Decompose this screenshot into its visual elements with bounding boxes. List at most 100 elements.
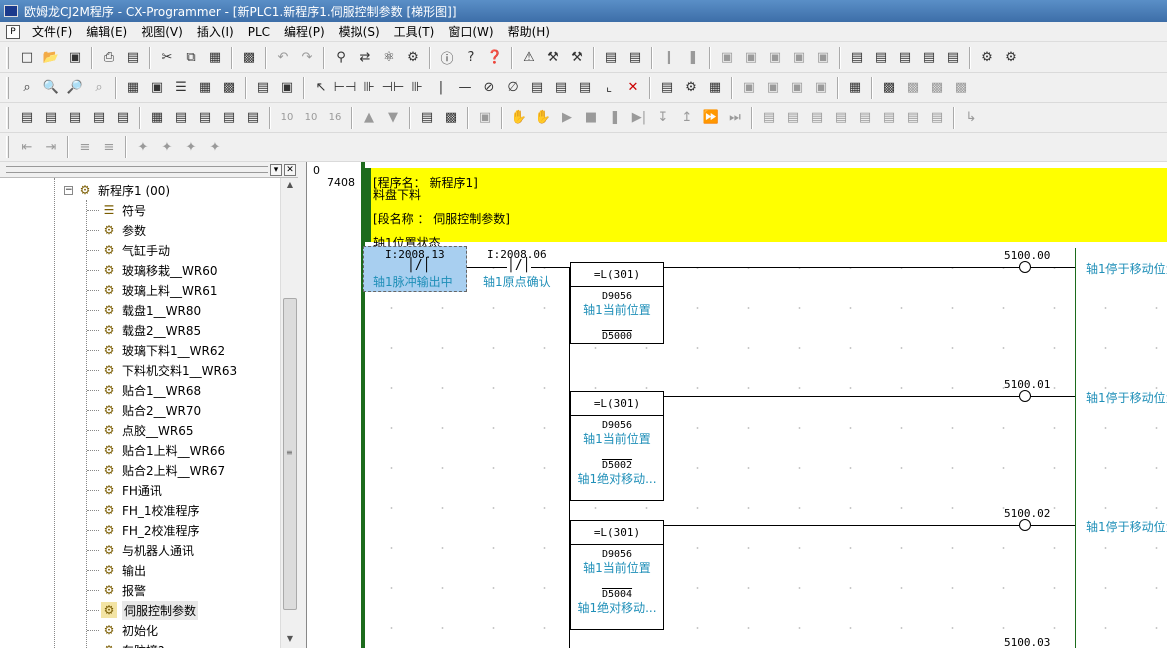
compare-block-1[interactable]: =L(301) D9056 轴1当前位置 D5000 — [570, 262, 664, 344]
find-icon[interactable]: ⚲ — [331, 48, 351, 68]
scroll-up-icon[interactable]: ▲ — [284, 180, 296, 192]
horizontal-line-icon[interactable]: — — [455, 78, 475, 98]
rung-icon[interactable]: ▦ — [195, 78, 215, 98]
tree-item[interactable]: ⚙ 贴合1上料__WR66 — [87, 440, 225, 460]
tree-scrollbar[interactable]: ▲ ≡ ▼ — [280, 178, 298, 648]
properties-icon[interactable]: ▤ — [113, 108, 133, 128]
tree-item[interactable]: ⚙ 载盘1__WR80 — [87, 300, 201, 320]
watch-c-icon[interactable]: ▩ — [927, 78, 947, 98]
step-in-icon[interactable]: ↧ — [653, 108, 673, 128]
nc-contact-icon[interactable]: ⊪ — [359, 78, 379, 98]
force-icon[interactable]: ❙ — [659, 48, 679, 68]
tree-icon[interactable]: ▩ — [219, 78, 239, 98]
edit-b-icon[interactable]: ▣ — [763, 78, 783, 98]
toolbar-grip[interactable] — [6, 46, 9, 69]
run-icon[interactable]: ▶ — [557, 108, 577, 128]
compare-block-3[interactable]: =L(301) D9056 轴1当前位置 D5004 轴1绝对移动... — [570, 520, 664, 630]
sim-h-icon[interactable]: ▤ — [903, 108, 923, 128]
print-preview-icon[interactable]: ▤ — [123, 48, 143, 68]
memory-icon[interactable]: ▣ — [813, 48, 833, 68]
online-edit-icon[interactable]: ⚙ — [681, 78, 701, 98]
watch-window-icon[interactable]: ▤ — [65, 108, 85, 128]
tree-item[interactable]: ⚙ FH通讯 — [87, 480, 162, 500]
comment-icon[interactable]: ▣ — [147, 78, 167, 98]
tree-item[interactable]: ⚙ 与机器人通讯 — [87, 540, 194, 560]
indent-right-icon[interactable]: ⇥ — [41, 137, 61, 157]
hand-icon[interactable]: ✋ — [509, 108, 529, 128]
tree-item[interactable]: ☰ 符号 — [87, 200, 146, 220]
tree-item[interactable]: ⚙ 参数 — [87, 220, 146, 240]
rung-comment[interactable]: [程序名： 新程序1] 料盘下料 [段名称 ： 伺服控制参数] 轴1位置状态 — [365, 168, 1167, 250]
panel-pin-icon[interactable]: ▾ — [270, 164, 282, 176]
edit-a-icon[interactable]: ▣ — [739, 78, 759, 98]
scroll-down-icon[interactable]: ▼ — [284, 634, 296, 646]
delete-line-icon[interactable]: ✕ — [623, 78, 643, 98]
replace-icon[interactable]: ⇄ — [355, 48, 375, 68]
view-window-1-icon[interactable]: ▤ — [847, 48, 867, 68]
coil-3[interactable] — [1019, 519, 1031, 531]
undo-icon[interactable]: ↶ — [273, 48, 293, 68]
online-sim-icon[interactable]: ▤ — [417, 108, 437, 128]
wand-c-icon[interactable]: ✦ — [181, 137, 201, 157]
stop-icon[interactable]: ■ — [581, 108, 601, 128]
upload-icon[interactable]: ▲ — [359, 108, 379, 128]
toolbar-grip[interactable] — [6, 106, 9, 129]
step-out-icon[interactable]: ↥ — [677, 108, 697, 128]
menu-insert[interactable]: 插入(I) — [197, 23, 234, 40]
compare-block-2[interactable]: =L(301) D9056 轴1当前位置 D5002 轴1绝对移动... — [570, 391, 664, 501]
global-symbols-icon[interactable]: ▤ — [243, 108, 263, 128]
menu-file[interactable]: 文件(F) — [32, 23, 72, 40]
edit-c-icon[interactable]: ▣ — [787, 78, 807, 98]
menu-window[interactable]: 窗口(W) — [448, 23, 493, 40]
sim-i-icon[interactable]: ▤ — [927, 108, 947, 128]
toolbar-grip[interactable] — [6, 136, 9, 158]
save-icon[interactable]: ▣ — [65, 48, 85, 68]
pause-sim-icon[interactable]: ❚ — [605, 108, 625, 128]
tree-item[interactable]: ⚙ 贴合1__WR68 — [87, 380, 201, 400]
work-online-icon[interactable]: ▩ — [441, 108, 461, 128]
tool-a-icon[interactable]: ⚙ — [977, 48, 997, 68]
redo-icon[interactable]: ↷ — [297, 48, 317, 68]
wand-d-icon[interactable]: ✦ — [205, 137, 225, 157]
menu-tools[interactable]: 工具(T) — [394, 23, 435, 40]
tool-b-icon[interactable]: ⚙ — [1001, 48, 1021, 68]
watch-d-icon[interactable]: ▩ — [951, 78, 971, 98]
collapse-icon[interactable]: − — [64, 185, 73, 195]
online-icon[interactable]: ▤ — [601, 48, 621, 68]
copy-icon[interactable]: ⧉ — [181, 48, 201, 68]
tree-item[interactable]: ⚙ FH_1校准程序 — [87, 500, 200, 520]
ladder-diagram[interactable]: 0 7408 [程序名： 新程序1] 料盘下料 [段名称 ： 伺服控制参数] 轴… — [306, 162, 1167, 648]
align-b-icon[interactable]: ≡ — [99, 137, 119, 157]
ladder-view-icon[interactable]: ▦ — [147, 108, 167, 128]
watch-icon[interactable]: ▩ — [879, 78, 899, 98]
tree-item[interactable]: ⚙ 下料机交料1__WR63 — [87, 360, 237, 380]
display-10-icon[interactable]: 10 — [277, 108, 297, 128]
fast-forward-icon[interactable]: ⏩ — [701, 108, 721, 128]
tree-item[interactable]: ⚙ 报警 — [87, 580, 146, 600]
sim-a-icon[interactable]: ▣ — [475, 108, 495, 128]
clipboard-icon[interactable]: ▩ — [239, 48, 259, 68]
tree-item[interactable]: ⚙ 车防撞? — [87, 640, 165, 648]
compile-icon[interactable]: ⚒ — [543, 48, 563, 68]
rising-edge-icon[interactable]: ▤ — [551, 78, 571, 98]
bookmark-icon[interactable]: ▦ — [845, 78, 865, 98]
open-folder-icon[interactable]: 📂 — [41, 48, 61, 68]
print-icon[interactable]: ⎙ — [99, 48, 119, 68]
help-icon[interactable]: ? — [461, 48, 481, 68]
menu-help[interactable]: 帮助(H) — [508, 23, 550, 40]
symbol-table-icon[interactable]: ▣ — [277, 78, 297, 98]
info-icon[interactable]: ⓘ — [437, 48, 457, 68]
tree-root-program[interactable]: − ⚙ 新程序1 (00) — [64, 180, 170, 200]
warning-icon[interactable]: ⚠ — [519, 48, 539, 68]
tree-item[interactable]: ⚙ 初始化 — [87, 620, 158, 640]
compare-icon[interactable]: ▣ — [765, 48, 785, 68]
select-pointer-icon[interactable]: ↖ — [311, 78, 331, 98]
grid-icon[interactable]: ▦ — [123, 78, 143, 98]
or-no-contact-icon[interactable]: ⊣⊢ — [382, 78, 405, 98]
monitor-icon[interactable]: ▤ — [625, 48, 645, 68]
view-window-4-icon[interactable]: ▤ — [919, 48, 939, 68]
instruction-icon[interactable]: ▤ — [527, 78, 547, 98]
coil-1[interactable] — [1019, 261, 1031, 273]
sim-g-icon[interactable]: ▤ — [879, 108, 899, 128]
pause-icon[interactable]: ❚ — [683, 48, 703, 68]
